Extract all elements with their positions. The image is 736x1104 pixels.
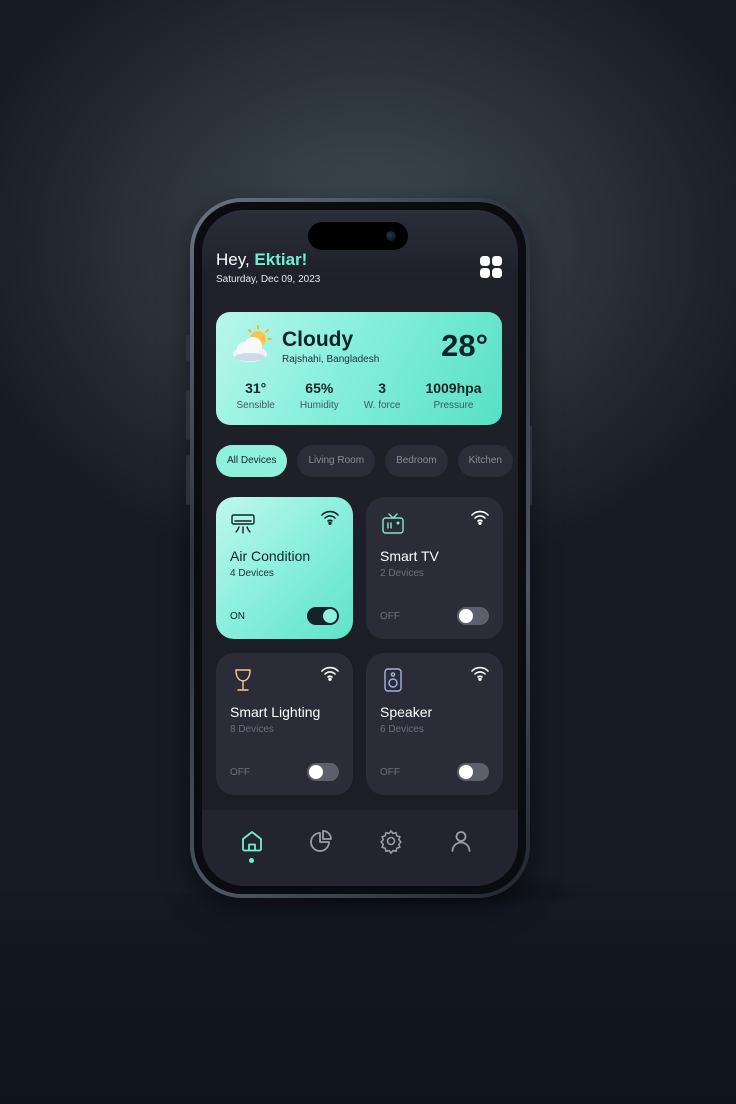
device-state: OFF [380,611,400,622]
tab-bedroom[interactable]: Bedroom [385,445,448,477]
stat-label: Pressure [433,400,474,411]
device-power-toggle[interactable] [307,763,339,781]
phone-bezel: Hey, Ektiar! Saturday, Dec 09, 2023 Clou… [194,202,526,894]
stat-label: W. force [363,400,401,411]
settings-icon[interactable] [378,828,404,854]
tab-living-room[interactable]: Living Room [297,445,376,477]
device-count: 4 Devices [230,568,274,579]
toggle-knob [323,609,337,623]
weather-stat: 65% Humidity [300,380,339,411]
lamp-icon [235,669,251,691]
camera-icon [386,231,396,241]
partly-cloudy-icon [233,325,272,362]
device-name: Air Condition [230,548,311,564]
stat-value: 1009hpa [425,380,482,396]
stat-value: 31° [245,380,267,396]
profile-icon[interactable] [448,828,474,854]
air-conditioner-icon [231,514,255,534]
device-power-toggle[interactable] [457,607,489,625]
tv-icon [382,513,404,534]
weather-stats: 31° Sensible 65% Humidity 3 W. force 100… [224,380,494,411]
greeting-prefix: Hey, [216,250,255,269]
user-name: Ektiar! [254,250,308,269]
weather-temperature: 28° [441,328,488,363]
weather-card[interactable]: Cloudy Rajshahi, Bangladesh 28° 31° Sens… [216,312,502,425]
device-state: OFF [230,767,250,778]
tab-all-devices[interactable]: All Devices [216,445,288,477]
app-screen: Hey, Ektiar! Saturday, Dec 09, 2023 Clou… [202,210,518,886]
phone-frame: Hey, Ektiar! Saturday, Dec 09, 2023 Clou… [190,198,530,898]
stat-label: Sensible [236,400,275,411]
toggle-knob [459,765,473,779]
stats-icon[interactable] [308,828,334,854]
weather-stat: 31° Sensible [237,380,275,411]
wifi-icon [321,510,339,525]
stat-value: 65% [305,380,334,396]
room-filter-tabs: All Devices Living Room Bedroom Kitchen [216,445,513,477]
weather-stat: 1009hpa Pressure [425,380,481,411]
device-name: Smart Lighting [230,704,321,720]
device-name: Smart TV [380,548,439,564]
toggle-knob [309,765,323,779]
stat-value: 3 [378,380,386,396]
greeting-title: Hey, Ektiar! [216,250,320,270]
device-state: ON [230,611,245,622]
device-power-toggle[interactable] [457,763,489,781]
weather-stat: 3 W. force [364,380,401,411]
device-card-smart-tv[interactable]: Smart TV 2 Devices OFF [366,497,503,639]
weather-condition: Cloudy [282,328,354,351]
device-power-toggle[interactable] [307,607,339,625]
weather-location: Rajshahi, Bangladesh [282,354,380,365]
device-card-smart-lighting[interactable]: Smart Lighting 8 Devices OFF [216,653,353,795]
grid-icon[interactable] [480,256,502,278]
device-card-air-condition[interactable]: Air Condition 4 Devices ON [216,497,353,639]
device-name: Speaker [380,704,433,720]
device-card-speaker[interactable]: Speaker 6 Devices OFF [366,653,503,795]
greeting-block: Hey, Ektiar! Saturday, Dec 09, 2023 [216,250,320,285]
wifi-icon [321,666,339,681]
device-count: 6 Devices [380,724,424,735]
bottom-tab-bar [202,810,518,886]
speaker-icon [384,668,402,692]
wifi-icon [471,510,489,525]
backdrop-floor [0,893,736,1104]
home-icon[interactable] [239,828,265,854]
tab-kitchen[interactable]: Kitchen [457,445,513,477]
active-tab-indicator [249,858,254,863]
toggle-knob [459,609,473,623]
stat-label: Humidity [299,400,339,411]
dynamic-island [308,222,408,250]
wifi-icon [471,666,489,681]
current-date: Saturday, Dec 09, 2023 [216,274,321,285]
device-state: OFF [380,767,400,778]
device-count: 8 Devices [230,724,274,735]
device-count: 2 Devices [380,568,424,579]
